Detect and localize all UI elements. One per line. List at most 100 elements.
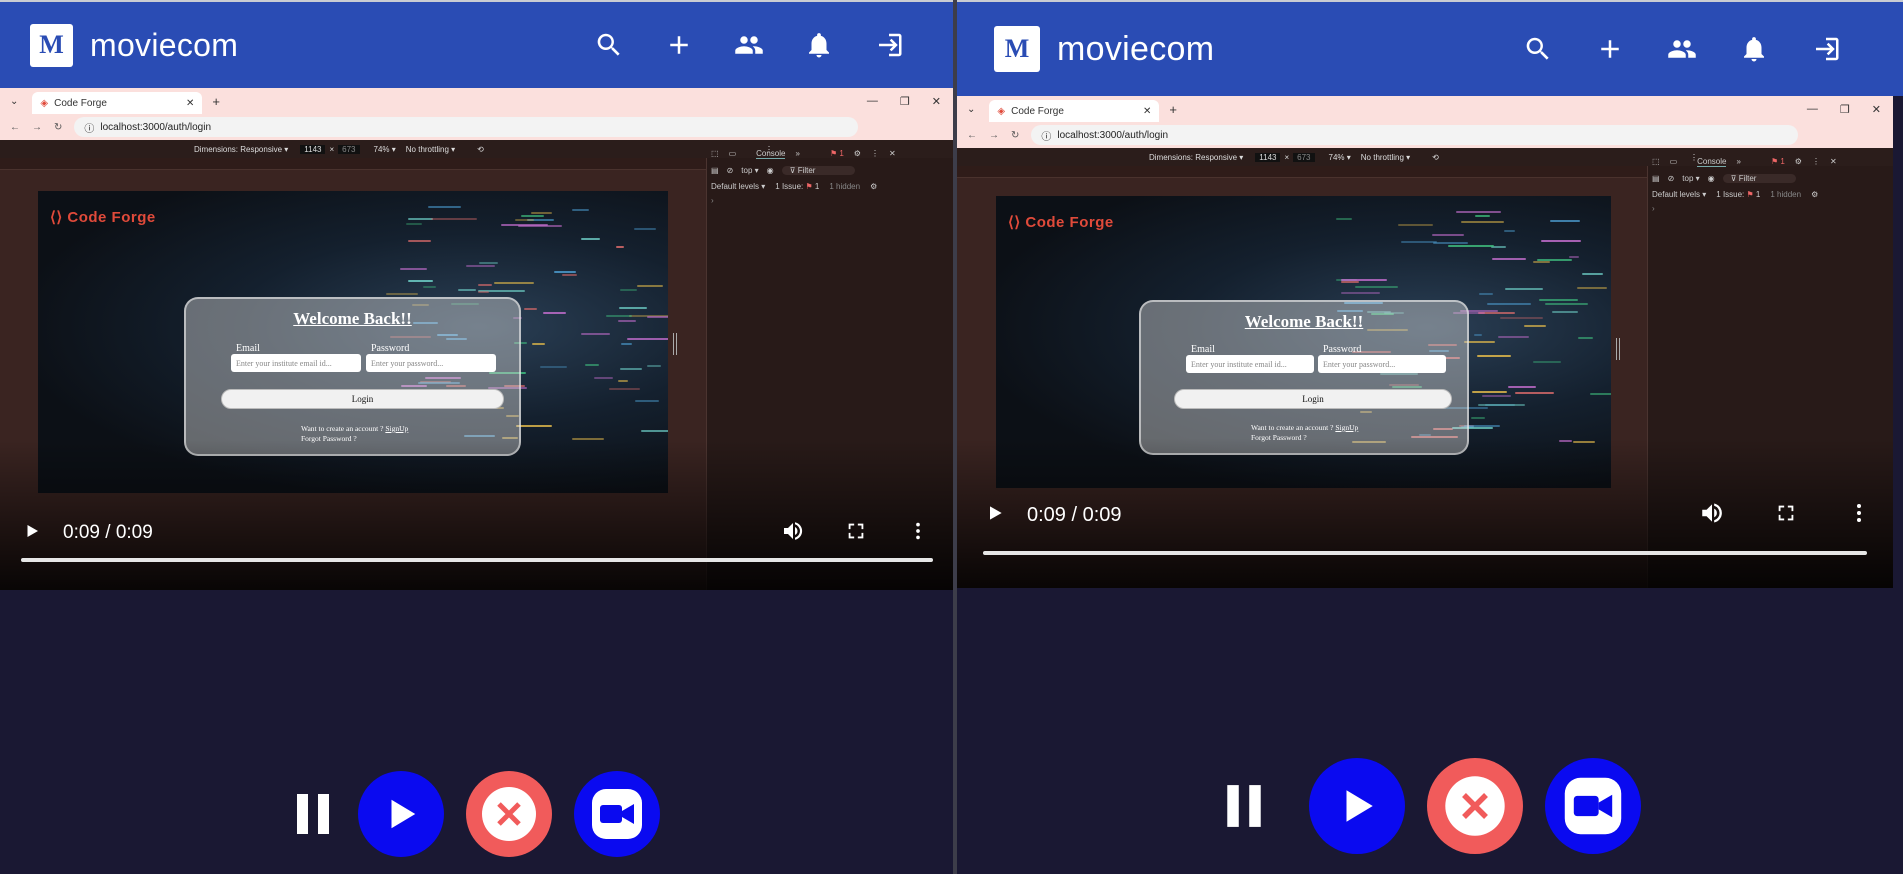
height-input[interactable]: 673	[1293, 152, 1315, 162]
search-icon[interactable]	[592, 28, 626, 62]
tab-console[interactable]: Console	[756, 149, 786, 159]
progress-bar-right[interactable]	[983, 551, 1867, 555]
login-button-right[interactable]: Login	[1174, 389, 1452, 409]
context-select[interactable]: top ▾	[741, 166, 758, 175]
video-player[interactable]: ⌄ ◈ Code Forge ✕ + — ❐ ✕ ← → ↻ ⓘ localho…	[0, 88, 953, 590]
close-window-icon[interactable]: ✕	[1872, 103, 1881, 116]
end-call-button[interactable]	[466, 771, 552, 857]
bell-icon[interactable]	[1737, 32, 1771, 66]
play-icon[interactable]	[985, 503, 1005, 528]
login-button[interactable]: Login	[221, 389, 504, 409]
devtools-menu-icon[interactable]: ⋮	[871, 149, 879, 158]
tab-console[interactable]: Console	[1697, 157, 1727, 167]
dimensions-select[interactable]: Dimensions: Responsive ▾	[1149, 153, 1243, 162]
logout-icon[interactable]	[872, 28, 906, 62]
console-settings-icon[interactable]: ⚙	[870, 182, 877, 191]
tab-list-icon[interactable]: ⌄	[10, 96, 18, 107]
zoom-select[interactable]: 74% ▾	[1329, 153, 1351, 162]
rotate-icon[interactable]: ⟲	[477, 145, 484, 154]
sidebar-icon[interactable]: ▤	[711, 166, 719, 175]
resize-handle[interactable]	[1616, 338, 1620, 360]
reload-icon[interactable]: ↻	[1011, 130, 1019, 141]
app-logo-right[interactable]: M	[994, 26, 1040, 72]
signup-link[interactable]: SignUp	[385, 424, 408, 433]
volume-icon[interactable]	[781, 519, 805, 548]
eye-icon[interactable]: ◉	[767, 166, 774, 175]
devtools-close-icon[interactable]: ✕	[1830, 157, 1837, 166]
inspect-icon[interactable]: ⬚	[1652, 157, 1660, 166]
restore-icon[interactable]: ❐	[1840, 103, 1850, 116]
restore-icon[interactable]: ❐	[900, 95, 910, 108]
play-icon[interactable]	[23, 522, 41, 545]
password-field-right[interactable]: Enter your password...	[1318, 355, 1446, 373]
rotate-icon[interactable]: ⟲	[1432, 153, 1439, 162]
settings-icon[interactable]: ⚙	[854, 149, 861, 158]
more-vert-icon[interactable]	[1847, 501, 1871, 530]
width-input[interactable]: 1143	[300, 144, 326, 154]
throttling-select[interactable]: No throttling ▾	[1361, 153, 1410, 162]
device-toggle-icon[interactable]: ▭	[1670, 157, 1678, 166]
forward-icon[interactable]: →	[32, 122, 42, 133]
resize-handle[interactable]	[673, 333, 677, 355]
filter-input[interactable]: ⊽ Filter	[1722, 173, 1797, 183]
filter-input[interactable]: ⊽ Filter	[781, 165, 856, 175]
pause-icon[interactable]	[1219, 758, 1269, 854]
console-settings-icon[interactable]: ⚙	[1811, 190, 1818, 199]
inspect-icon[interactable]: ⬚	[711, 149, 719, 158]
more-vert-icon[interactable]	[907, 520, 929, 547]
forward-icon[interactable]: →	[989, 130, 999, 141]
browser-tab[interactable]: ◈ Code Forge ✕	[32, 92, 203, 114]
tab-close-icon[interactable]: ✕	[1143, 106, 1151, 117]
email-field-right[interactable]: Enter your institute email id...	[1186, 355, 1314, 373]
new-tab-icon[interactable]: +	[1169, 102, 1177, 117]
issues-summary[interactable]: 1 Issue: ⚑ 1	[775, 182, 819, 191]
video-player-right[interactable]: ⌄ ◈ Code Forge ✕ + — ❐ ✕ ← → ↻ ⓘ localho…	[957, 96, 1893, 588]
context-select[interactable]: top ▾	[1682, 174, 1699, 183]
back-icon[interactable]: ←	[10, 122, 20, 133]
pause-icon[interactable]	[290, 771, 336, 857]
camera-button[interactable]	[574, 771, 660, 857]
devtools-close-icon[interactable]: ✕	[889, 149, 896, 158]
url-field-right[interactable]: ⓘ localhost:3000/auth/login	[1031, 125, 1798, 145]
settings-icon[interactable]: ⚙	[1795, 157, 1802, 166]
throttling-select[interactable]: No throttling ▾	[406, 145, 455, 154]
bell-icon[interactable]	[802, 28, 836, 62]
minimize-icon[interactable]: —	[867, 95, 878, 108]
app-logo[interactable]: M	[30, 23, 73, 67]
device-toggle-icon[interactable]: ▭	[729, 149, 737, 158]
fullscreen-icon[interactable]	[1775, 502, 1797, 529]
devtools-menu-icon[interactable]: ⋮	[1812, 157, 1820, 166]
clear-console-icon[interactable]: ⊘	[1668, 174, 1675, 183]
signup-link[interactable]: SignUp	[1335, 423, 1358, 432]
console-prompt-icon[interactable]: ›	[1652, 204, 1889, 213]
tab-close-icon[interactable]: ✕	[186, 98, 194, 109]
levels-select[interactable]: Default levels ▾	[711, 182, 765, 191]
fullscreen-icon[interactable]	[845, 520, 867, 547]
eye-icon[interactable]: ◉	[1708, 174, 1715, 183]
group-icon[interactable]	[732, 28, 766, 62]
height-input[interactable]: 673	[338, 144, 360, 154]
volume-icon[interactable]	[1699, 500, 1725, 531]
dimensions-select[interactable]: Dimensions: Responsive ▾	[194, 145, 288, 154]
play-button[interactable]	[358, 771, 444, 857]
issues-summary[interactable]: 1 Issue: ⚑ 1	[1716, 190, 1760, 199]
close-window-icon[interactable]: ✕	[932, 95, 941, 108]
site-info-icon[interactable]: ⓘ	[1041, 128, 1051, 143]
new-tab-icon[interactable]: +	[212, 94, 220, 109]
clear-console-icon[interactable]: ⊘	[727, 166, 734, 175]
logout-icon[interactable]	[1809, 32, 1843, 66]
browser-tab-right[interactable]: ◈ Code Forge ✕	[989, 100, 1160, 122]
reload-icon[interactable]: ↻	[54, 122, 62, 133]
sidebar-icon[interactable]: ▤	[1652, 174, 1660, 183]
progress-bar[interactable]	[21, 558, 933, 562]
add-icon[interactable]	[662, 28, 696, 62]
zoom-select[interactable]: 74% ▾	[374, 145, 396, 154]
console-prompt-icon[interactable]: ›	[711, 196, 949, 205]
play-button[interactable]	[1309, 758, 1405, 854]
password-field[interactable]: Enter your password...	[366, 354, 496, 372]
camera-button[interactable]	[1545, 758, 1641, 854]
email-field[interactable]: Enter your institute email id...	[231, 354, 361, 372]
group-icon[interactable]	[1665, 32, 1699, 66]
issues-badge[interactable]: ⚑ 1	[1771, 157, 1785, 166]
issues-badge[interactable]: ⚑ 1	[830, 149, 844, 158]
